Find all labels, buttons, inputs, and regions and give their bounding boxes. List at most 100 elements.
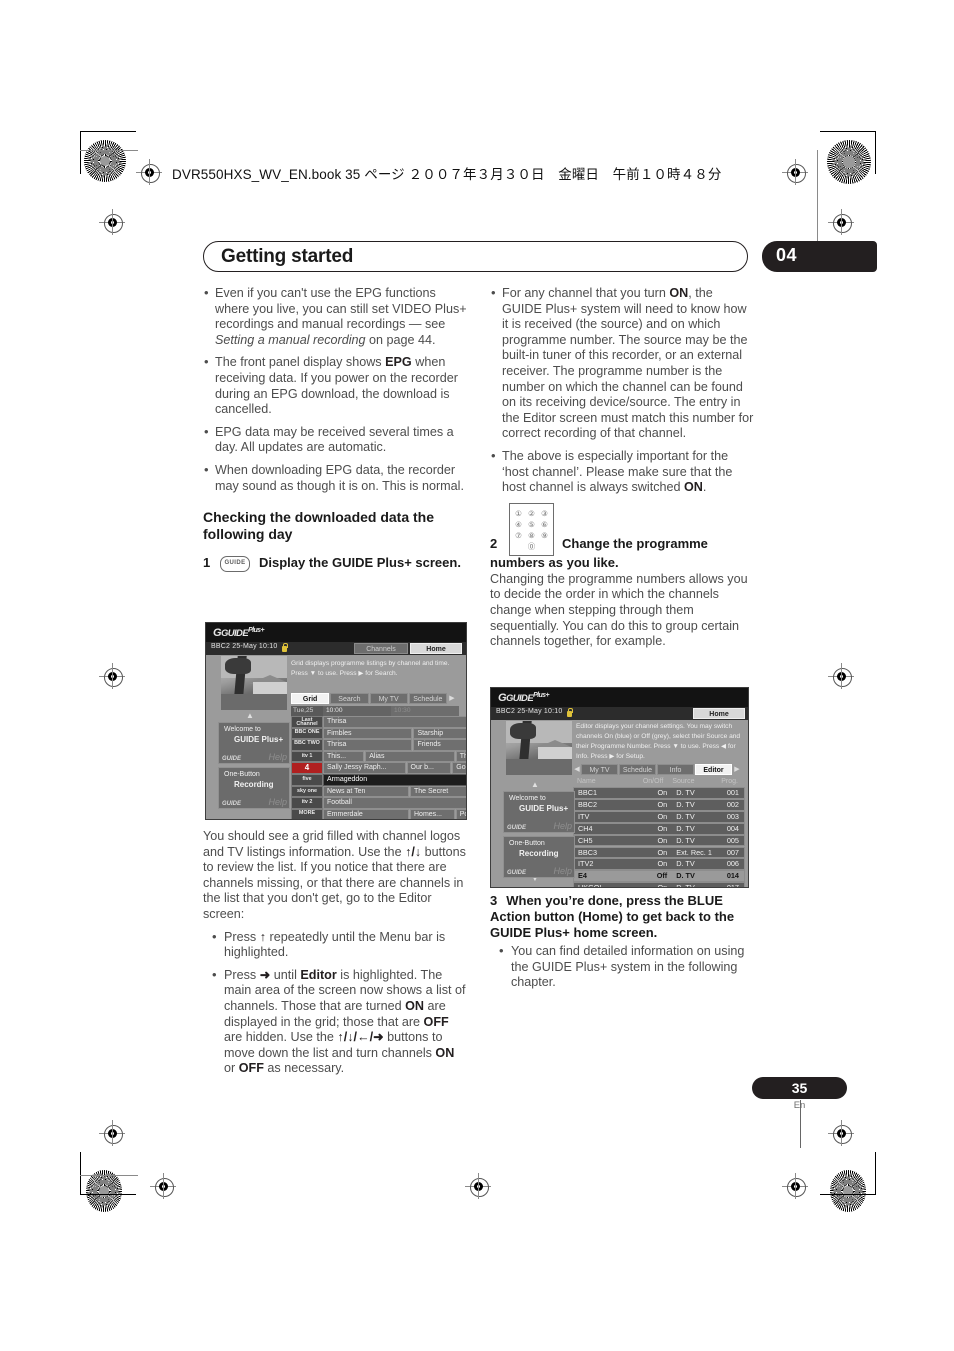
emphasis-italic: Setting a manual recording bbox=[215, 332, 366, 347]
editor-table-row[interactable]: ITV2 On D. TV 006 bbox=[573, 858, 745, 871]
grid-side-card-recording[interactable]: One-Button Recording Help GUIDE bbox=[218, 767, 290, 809]
bullet-item: The front panel display shows EPG when r… bbox=[203, 354, 467, 417]
emphasis-bold: ↑/↓ bbox=[405, 844, 422, 859]
grid-channel-row[interactable]: BBC TWOThrisa▶Friends bbox=[291, 739, 466, 751]
editor-side-card-recording[interactable]: One-Button Recording Help GUIDE bbox=[503, 836, 575, 878]
grid-channel-row[interactable]: five▶Armageddon bbox=[291, 774, 466, 786]
programme-cell[interactable]: Fimbles bbox=[323, 727, 413, 740]
grid-channels-button[interactable]: Channels bbox=[354, 643, 408, 654]
emphasis-bold: ➜ bbox=[259, 967, 271, 982]
right-column-continued: 3 When you’re done, press the BLUE Action… bbox=[490, 893, 754, 998]
grid-channel-row[interactable]: Last Channel▶Thrisa bbox=[291, 716, 466, 728]
editor-col-source: Source bbox=[672, 778, 695, 785]
editor-col-name: Name bbox=[577, 778, 596, 785]
programme-cell[interactable]: ▶Starship bbox=[413, 727, 466, 740]
editor-cell-onoff: On bbox=[657, 847, 668, 857]
editor-home-button[interactable]: Home bbox=[693, 708, 745, 719]
manual-page: DVR550HXS_WV_EN.book 35 ページ ２００７年３月３０日 金… bbox=[0, 0, 954, 1351]
tab-search[interactable]: Search bbox=[330, 693, 369, 704]
editor-cell-prog: 017 bbox=[726, 883, 739, 888]
keypad-key: ⑤ bbox=[528, 519, 535, 529]
bullet-item: Press ➜ until Editor is highlighted. The… bbox=[203, 967, 467, 1077]
tab-scroll-right-icon[interactable]: ▶ bbox=[733, 764, 741, 775]
programme-cell[interactable]: Football bbox=[323, 797, 466, 809]
programme-cell[interactable]: ▶Armageddon bbox=[323, 774, 466, 786]
grid-channel-row[interactable]: MOREEmmerdaleHomes...▶Polic... bbox=[291, 808, 466, 819]
side-card-help-text: Help bbox=[268, 752, 287, 762]
tab-schedule[interactable]: Schedule bbox=[619, 764, 656, 775]
crop-line-bottom-left-h bbox=[80, 1175, 138, 1177]
programme-cell[interactable]: Emmerdale bbox=[323, 808, 409, 819]
programme-cell[interactable]: Our b... bbox=[406, 762, 452, 774]
grid-channel-row[interactable]: itv 1This...Alias▶The... bbox=[291, 750, 466, 763]
grid-channel-row[interactable]: itv 2 Football bbox=[291, 797, 466, 809]
programme-cell[interactable]: News at Ten bbox=[323, 785, 409, 798]
grid-channel-row[interactable]: sky one News at Ten The Secret bbox=[291, 785, 466, 798]
grid-side-card-welcome[interactable]: Welcome to GUIDE Plus+ Help GUIDE bbox=[218, 722, 290, 764]
grid-channel-row[interactable]: 4 Sally Jessy Raph... Our b... Go bbox=[291, 762, 466, 774]
subsection-heading: Checking the downloaded data the followi… bbox=[203, 509, 435, 543]
preview-tree-canopy bbox=[225, 658, 251, 674]
grid-description-line2: Press ▼ to use. Press ▶ for Search. bbox=[291, 670, 398, 677]
step-2-heading-line2: numbers as you like. bbox=[490, 554, 619, 570]
editor-cell-source: D. TV bbox=[676, 823, 695, 833]
left-column: Even if you can't use the EPG functions … bbox=[203, 285, 467, 577]
grid-scroll-up-icon[interactable]: ▲ bbox=[246, 711, 254, 720]
tab-schedule[interactable]: Schedule bbox=[408, 693, 447, 704]
editor-table-row[interactable]: BBC1 On D. TV 001 bbox=[573, 787, 745, 799]
editor-table-row[interactable]: BBC2 On D. TV 002 bbox=[573, 798, 745, 811]
editor-cell-name: ITV bbox=[578, 811, 590, 821]
editor-tab-bar: ◀ My TV Schedule Info Editor ▶ bbox=[573, 764, 741, 775]
registration-mark-bottom-center bbox=[465, 1173, 491, 1199]
editor-cell-onoff: On bbox=[657, 788, 668, 797]
channel-logo: MORE bbox=[291, 808, 323, 819]
book-file-info-line: DVR550HXS_WV_EN.book 35 ページ ２００７年３月３０日 金… bbox=[172, 167, 722, 182]
editor-table-row[interactable]: CH4 On D. TV 004 bbox=[573, 822, 745, 835]
tab-editor[interactable]: Editor bbox=[695, 764, 732, 775]
channel-logo: BBC TWO bbox=[291, 739, 323, 751]
step-2: 2 ①②③ ④⑤⑥ ⑦⑧⑨⓪ Change the programme bbox=[490, 502, 754, 556]
programme-cell[interactable]: Thrisa bbox=[323, 739, 413, 751]
registration-mark-mid-left bbox=[99, 663, 125, 689]
editor-scroll-up-icon[interactable]: ▲ bbox=[531, 780, 539, 789]
registration-mark-mid-right bbox=[828, 663, 854, 689]
editor-table-row[interactable]: E4 Off D. TV 014 bbox=[573, 870, 745, 883]
editor-cell-prog: 006 bbox=[726, 859, 739, 869]
programme-cell[interactable]: Sally Jessy Raph... bbox=[323, 762, 406, 774]
programme-cell[interactable]: Go bbox=[452, 762, 466, 774]
programme-cell[interactable]: ▶The... bbox=[455, 750, 466, 763]
programme-cell[interactable]: ▶Polic... bbox=[455, 808, 466, 819]
screenshot-guide-plus-grid: GGUIDEPlus+ BBC2 25-May 10:10 Channels H… bbox=[205, 622, 467, 820]
tab-grid[interactable]: Grid bbox=[291, 693, 330, 704]
editor-logo-bar: GGUIDEPlus+ bbox=[491, 688, 748, 707]
tab-scroll-left-icon[interactable]: ◀ bbox=[573, 764, 581, 775]
channel-logo: Last Channel bbox=[291, 716, 323, 728]
editor-table-header: Name On/Off Source Prog. No. bbox=[573, 777, 743, 795]
editor-side-card-welcome[interactable]: Welcome to GUIDE Plus+ Help GUIDE bbox=[503, 791, 575, 833]
tab-my-tv[interactable]: My TV bbox=[581, 764, 618, 775]
page-number-badge: 35 bbox=[752, 1077, 847, 1099]
bullet-item: Press ↑ repeatedly until the Menu bar is… bbox=[203, 929, 467, 961]
bullet-item: For any channel that you turn ON, the GU… bbox=[490, 285, 754, 442]
editor-cell-onoff: On bbox=[657, 799, 668, 809]
programme-cell[interactable]: Homes... bbox=[410, 808, 455, 819]
tab-my-tv[interactable]: My TV bbox=[369, 693, 408, 704]
side-card-line2: Recording bbox=[519, 849, 559, 858]
editor-table-row[interactable]: CH5 On D. TV 005 bbox=[573, 834, 745, 847]
right-bullet-list: For any channel that you turn ON, the GU… bbox=[490, 285, 754, 496]
grid-channel-row[interactable]: BBC ONEFimbles▶Starship bbox=[291, 727, 466, 740]
registration-mark-mid-left-lower bbox=[99, 1120, 125, 1146]
programme-cell[interactable]: This... bbox=[323, 750, 365, 763]
tab-info[interactable]: Info bbox=[657, 764, 694, 775]
step-1: 1 GUIDE Display the GUIDE Plus+ screen. bbox=[203, 555, 467, 573]
editor-cell-source: D. TV bbox=[676, 811, 695, 821]
programme-cell[interactable]: The Secret bbox=[410, 785, 466, 798]
tab-scroll-right-icon[interactable]: ▶ bbox=[448, 693, 456, 704]
programme-cell[interactable]: ▶Friends bbox=[413, 739, 466, 751]
editor-table-row[interactable]: ITV On D. TV 003 bbox=[573, 810, 745, 823]
programme-cell[interactable]: ▶Thrisa bbox=[323, 716, 466, 728]
editor-table-row[interactable]: UKGOL On D. TV 017 bbox=[573, 882, 745, 888]
programme-cell[interactable]: Alias bbox=[365, 750, 455, 763]
grid-home-button[interactable]: Home bbox=[410, 643, 462, 654]
editor-table-row[interactable]: BBC3 On Ext. Rec. 1 007 bbox=[573, 846, 745, 859]
